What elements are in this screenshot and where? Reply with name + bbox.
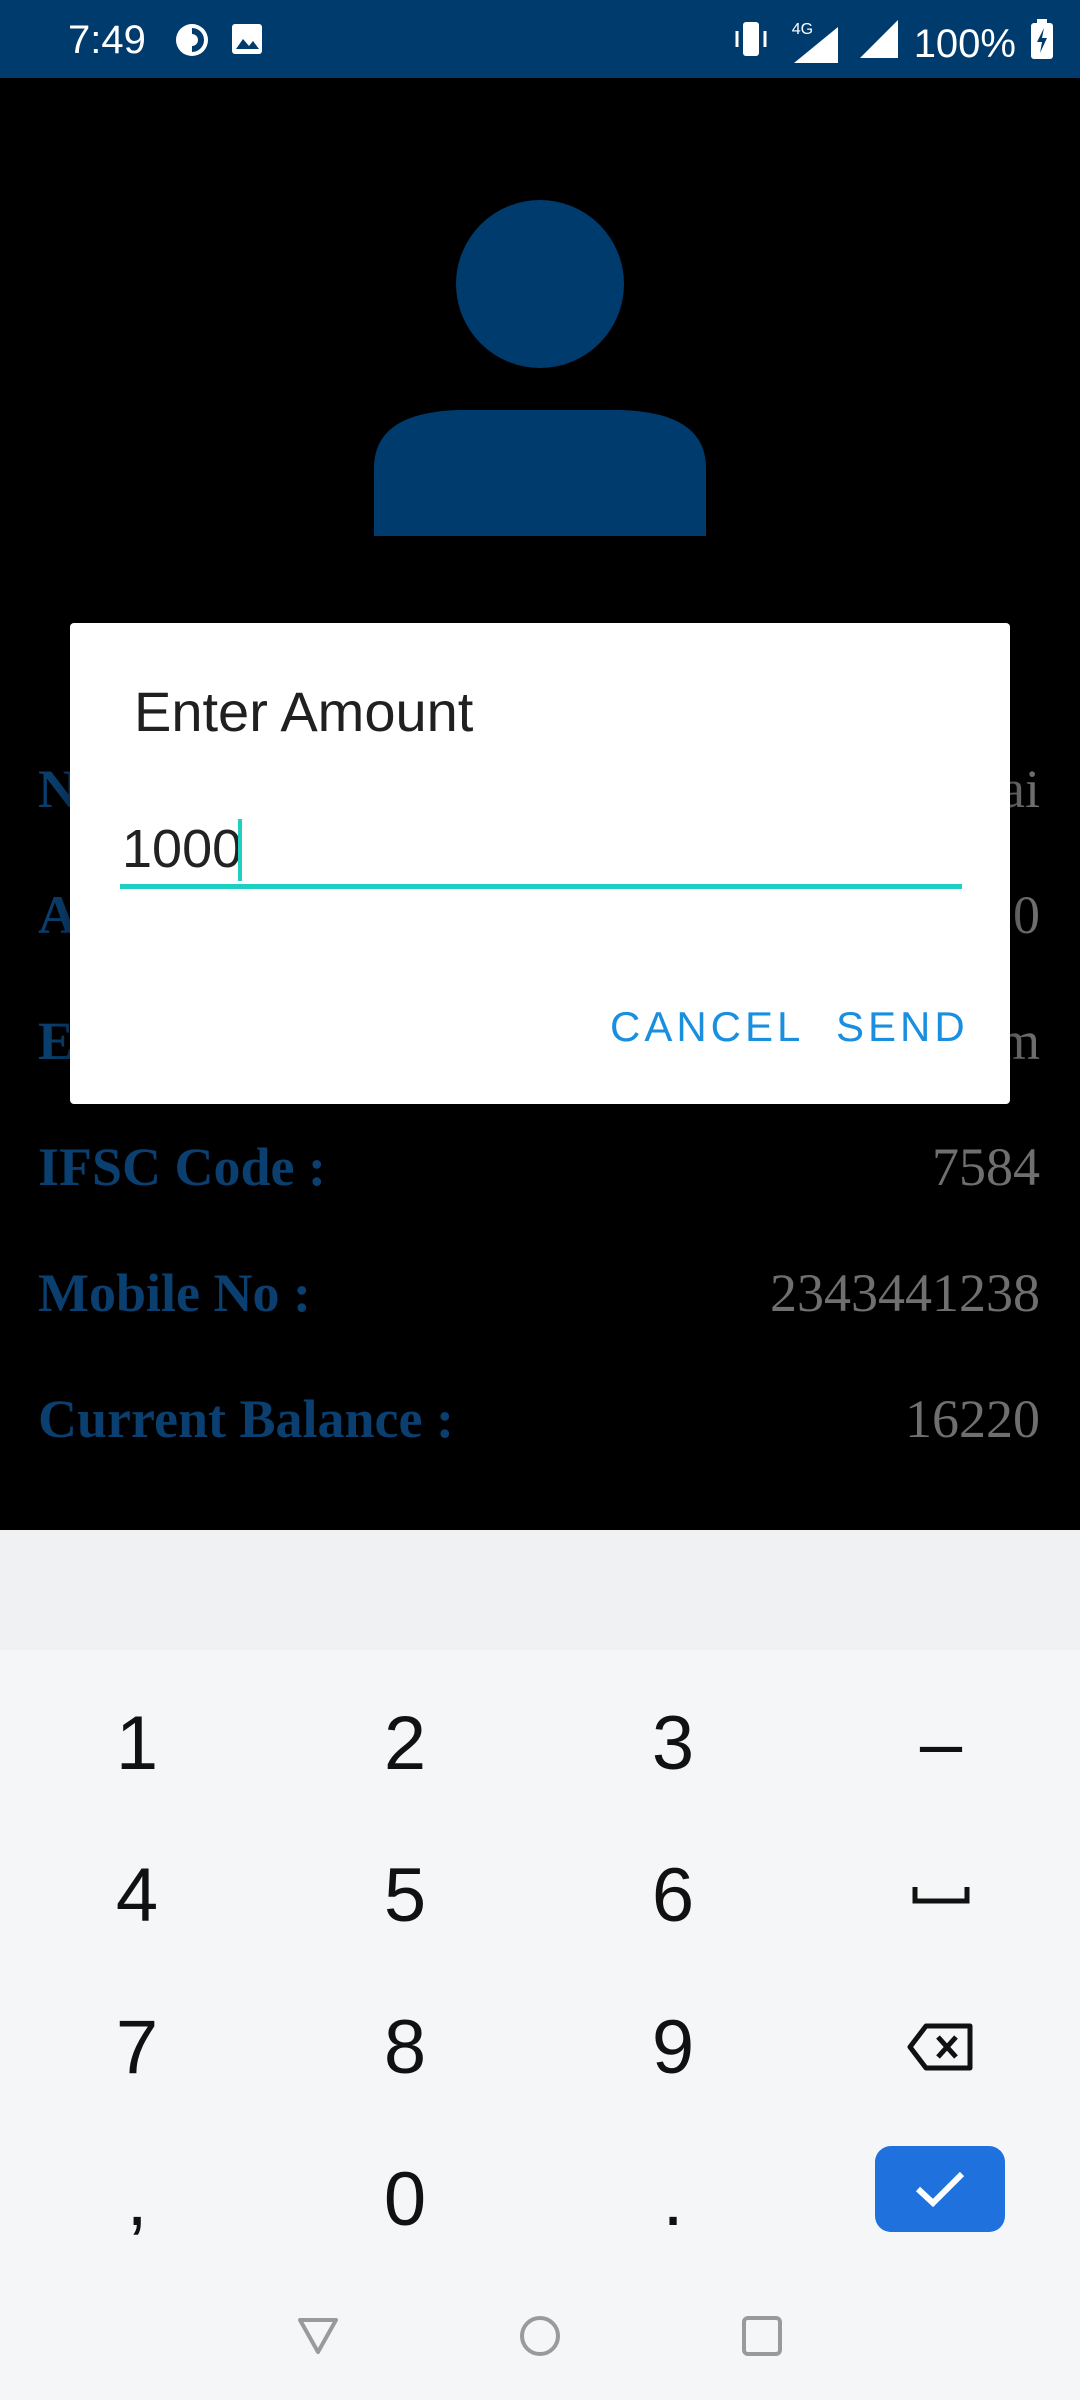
status-time: 7:49 [68, 18, 146, 62]
key-period[interactable]: . [539, 2124, 807, 2274]
key-backspace[interactable] [807, 1972, 1075, 2122]
key-space[interactable] [807, 1820, 1075, 1970]
backspace-icon [907, 2023, 973, 2071]
key-4[interactable]: 4 [3, 1820, 271, 1970]
check-icon [915, 2171, 965, 2208]
data-saver-icon [174, 22, 210, 63]
dialog-title: Enter Amount [134, 680, 474, 743]
enter-amount-dialog: Enter Amount CANCEL SEND [70, 623, 1010, 1104]
signal-icon [858, 18, 900, 70]
image-icon [230, 22, 264, 61]
battery-charging-icon [1030, 18, 1054, 70]
back-icon[interactable] [296, 2314, 340, 2363]
key-8[interactable]: 8 [271, 1972, 539, 2122]
amount-input[interactable] [120, 813, 962, 889]
key-minus[interactable]: – [807, 1668, 1075, 1818]
key-0[interactable]: 0 [271, 2124, 539, 2274]
key-6[interactable]: 6 [539, 1820, 807, 1970]
keyboard-suggestion-strip [0, 1530, 1080, 1650]
recents-icon[interactable] [740, 2314, 784, 2363]
key-2[interactable]: 2 [271, 1668, 539, 1818]
enter-key[interactable] [875, 2146, 1005, 2232]
cancel-button[interactable]: CANCEL [610, 1003, 804, 1051]
network-type: 4G [791, 21, 814, 38]
battery-percent: 100% [913, 21, 1016, 66]
key-1[interactable]: 1 [3, 1668, 271, 1818]
status-bar: 7:49 4G 100% [0, 0, 1080, 78]
home-icon[interactable] [518, 2314, 562, 2363]
send-button[interactable]: SEND [836, 1003, 969, 1051]
key-7[interactable]: 7 [3, 1972, 271, 2122]
text-cursor [238, 819, 242, 881]
space-icon [912, 1887, 970, 1904]
key-3[interactable]: 3 [539, 1668, 807, 1818]
key-5[interactable]: 5 [271, 1820, 539, 1970]
status-right: 4G 100% [734, 18, 1054, 70]
key-9[interactable]: 9 [539, 1972, 807, 2122]
network-signal-icon: 4G [782, 21, 844, 65]
key-comma[interactable]: , [3, 2124, 271, 2274]
vibrate-icon [734, 19, 768, 69]
